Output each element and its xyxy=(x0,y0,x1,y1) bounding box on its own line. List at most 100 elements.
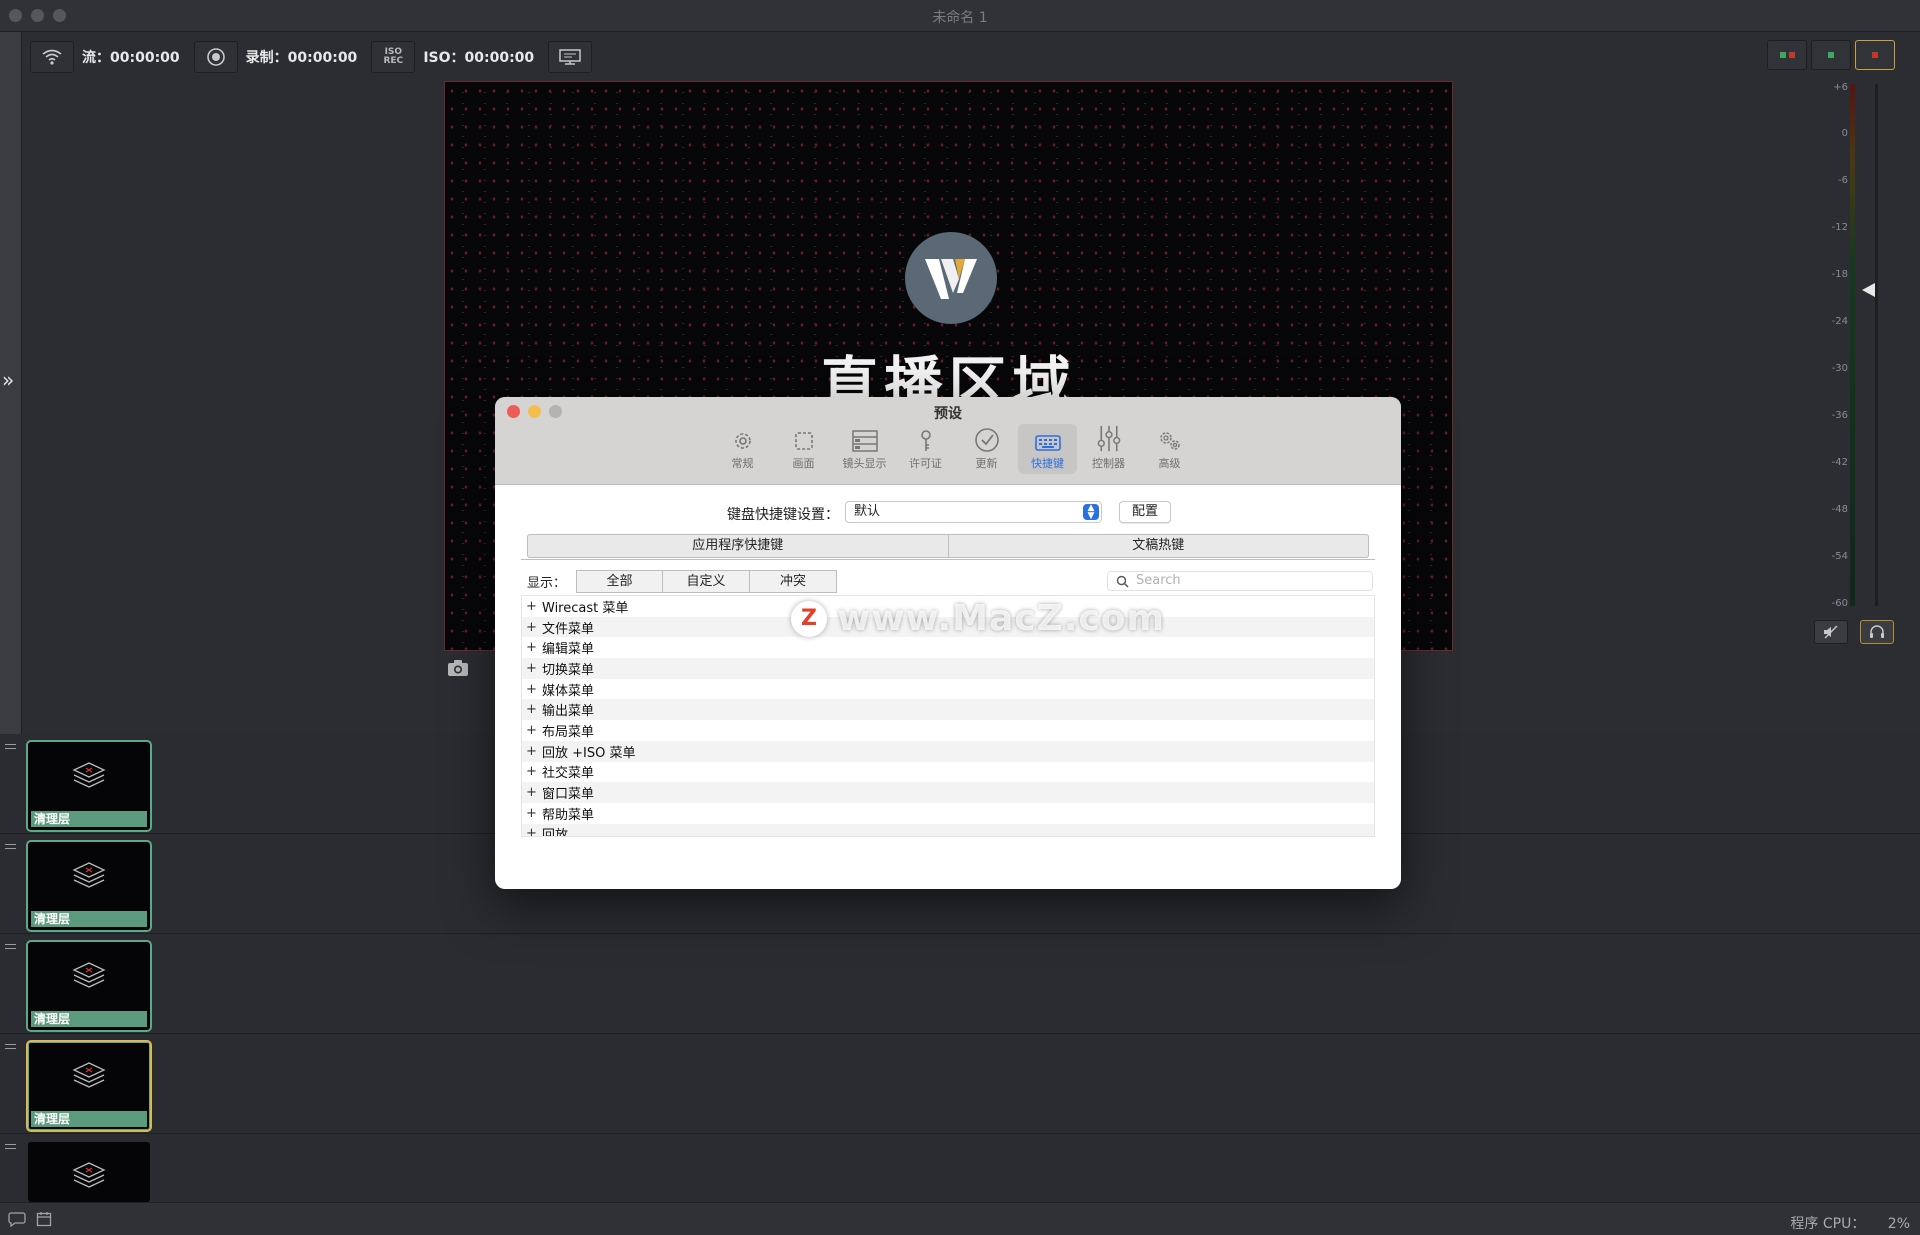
layout-preview-only-button[interactable] xyxy=(1811,40,1851,70)
list-item[interactable]: + 输出菜单 xyxy=(522,699,1374,721)
tab-document-hotkeys[interactable]: 文稿热键 xyxy=(947,535,1369,557)
record-button[interactable] xyxy=(193,41,238,73)
layer-row xyxy=(0,1134,1920,1204)
expand-plus-icon[interactable]: + xyxy=(526,764,538,779)
expand-plus-icon[interactable]: + xyxy=(526,620,538,635)
speaker-muted-icon xyxy=(1824,625,1838,639)
layer-drag-handle[interactable] xyxy=(5,844,16,852)
expand-plus-icon[interactable]: + xyxy=(526,785,538,800)
tab-general[interactable]: 常规 xyxy=(713,424,772,474)
sliders-icon xyxy=(1097,425,1120,452)
meter-tick-label: -60 xyxy=(1831,598,1848,609)
list-item-label: 布局菜单 xyxy=(542,724,595,740)
list-item[interactable]: + 回放 xyxy=(522,823,1374,836)
output-display-button[interactable] xyxy=(548,41,593,73)
expand-plus-icon[interactable]: + xyxy=(526,702,538,717)
list-item[interactable]: + 布局菜单 xyxy=(522,720,1374,741)
layer-drag-handle[interactable] xyxy=(5,944,16,952)
expand-plus-icon[interactable]: + xyxy=(526,826,538,836)
bottom-icons xyxy=(8,1211,52,1227)
tab-shot-display[interactable]: 镜头显示 xyxy=(835,424,894,474)
shot-thumbnail-selected[interactable]: 清理层 xyxy=(26,1040,152,1132)
iso-record-button[interactable]: ISO REC xyxy=(371,41,416,73)
shortcut-type-segmented-control: 应用程序快捷键 文稿热键 xyxy=(527,534,1369,558)
layer-drag-handle[interactable] xyxy=(5,744,16,752)
list-item[interactable]: + 媒体菜单 xyxy=(522,679,1374,700)
volume-slider-track[interactable] xyxy=(1875,84,1878,606)
record-timer: 录制：00:00:00 xyxy=(245,50,358,66)
calendar-icon[interactable] xyxy=(36,1211,52,1227)
tab-controllers[interactable]: 控制器 xyxy=(1079,424,1138,474)
shot-label: 清理层 xyxy=(31,911,147,927)
list-item[interactable]: + 窗口菜单 xyxy=(522,782,1374,803)
meter-tick-label: 0 xyxy=(1841,128,1848,139)
meter-tick-label: -48 xyxy=(1831,504,1848,515)
shot-label: 清理层 xyxy=(31,1011,147,1027)
layout-live-only-button[interactable] xyxy=(1855,40,1895,70)
wifi-broadcast-icon xyxy=(42,49,62,65)
headphones-button[interactable] xyxy=(1860,620,1894,644)
chat-bubble-icon[interactable] xyxy=(8,1211,26,1227)
stream-button[interactable] xyxy=(30,41,74,73)
keyboard-shortcut-settings-row: 键盘快捷键设置： 默认 ▲ ▼ 配置 xyxy=(495,501,1401,525)
filter-custom-button[interactable]: 自定义 xyxy=(663,569,751,593)
shot-thumbnail[interactable]: 清理层 xyxy=(26,940,152,1032)
list-item-label: 回放 +ISO 菜单 xyxy=(542,745,636,761)
meter-tick-label: -54 xyxy=(1831,551,1848,562)
list-item[interactable]: + 文件菜单 xyxy=(522,616,1374,638)
configure-button[interactable]: 配置 xyxy=(1119,501,1171,523)
search-input[interactable]: Search xyxy=(1107,571,1373,591)
search-placeholder: Search xyxy=(1136,573,1181,588)
list-item[interactable]: + 社交菜单 xyxy=(522,762,1374,783)
layers-stack-icon xyxy=(72,762,106,788)
expand-plus-icon[interactable]: + xyxy=(526,599,538,614)
filter-all-button[interactable]: 全部 xyxy=(576,569,664,593)
tab-advanced[interactable]: 高级 xyxy=(1140,424,1199,474)
monitor-icon xyxy=(559,49,581,65)
layout-preview-program-button[interactable] xyxy=(1767,40,1807,70)
tab-updates[interactable]: 更新 xyxy=(957,424,1016,474)
expand-plus-icon[interactable]: + xyxy=(526,640,538,655)
tab-shortcuts[interactable]: 快捷键 xyxy=(1018,424,1077,474)
expand-plus-icon[interactable]: + xyxy=(526,661,538,676)
expand-plus-icon[interactable]: + xyxy=(526,723,538,738)
list-item[interactable]: + 编辑菜单 xyxy=(522,637,1374,658)
title-bar: 未命名 1 xyxy=(0,0,1920,32)
check-circle-icon xyxy=(974,428,999,452)
list-item[interactable]: + 切换菜单 xyxy=(522,658,1374,679)
expand-plus-icon[interactable]: + xyxy=(526,682,538,697)
tab-label: 镜头显示 xyxy=(842,457,887,470)
key-icon xyxy=(920,430,931,451)
shot-thumbnail[interactable]: 清理层 xyxy=(26,740,152,832)
meter-tick-label: -36 xyxy=(1831,410,1848,421)
list-item[interactable]: + 回放 +ISO 菜单 xyxy=(522,740,1374,762)
keyboard-icon xyxy=(1034,435,1061,451)
snapshot-camera-icon[interactable] xyxy=(446,658,470,682)
filter-conflict-button[interactable]: 冲突 xyxy=(750,569,838,593)
dialog-title: 预设 xyxy=(934,406,962,422)
layer-drag-handle[interactable] xyxy=(5,1044,16,1052)
tab-app-shortcuts[interactable]: 应用程序快捷键 xyxy=(528,535,948,557)
frame-icon xyxy=(794,432,813,450)
volume-slider-handle[interactable] xyxy=(1862,283,1875,297)
shortcut-preset-select[interactable]: 默认 ▲ ▼ xyxy=(845,501,1102,523)
window-title: 未命名 1 xyxy=(932,10,988,26)
tab-label: 许可证 xyxy=(909,457,942,470)
cpu-value: 2% xyxy=(1887,1216,1910,1232)
expand-plus-icon[interactable]: + xyxy=(526,744,538,759)
expand-sidebar-icon[interactable]: » xyxy=(2,368,14,392)
layer-row: 清理层 xyxy=(0,934,1920,1034)
search-icon xyxy=(1116,575,1129,588)
meter-tick-label: -18 xyxy=(1831,269,1848,280)
tab-label: 画面 xyxy=(792,457,815,470)
list-item[interactable]: + 帮助菜单 xyxy=(522,803,1374,824)
layout-mode-buttons xyxy=(1767,40,1895,70)
shot-thumbnail[interactable]: 清理层 xyxy=(26,840,152,932)
shot-thumbnail[interactable] xyxy=(26,1140,152,1204)
tab-license[interactable]: 许可证 xyxy=(896,424,955,474)
layer-drag-handle[interactable] xyxy=(5,1144,16,1152)
tab-canvas[interactable]: 画面 xyxy=(774,424,833,474)
expand-plus-icon[interactable]: + xyxy=(526,806,538,821)
mute-button[interactable] xyxy=(1814,620,1848,644)
list-item[interactable]: + Wirecast 菜单 xyxy=(522,596,1374,617)
